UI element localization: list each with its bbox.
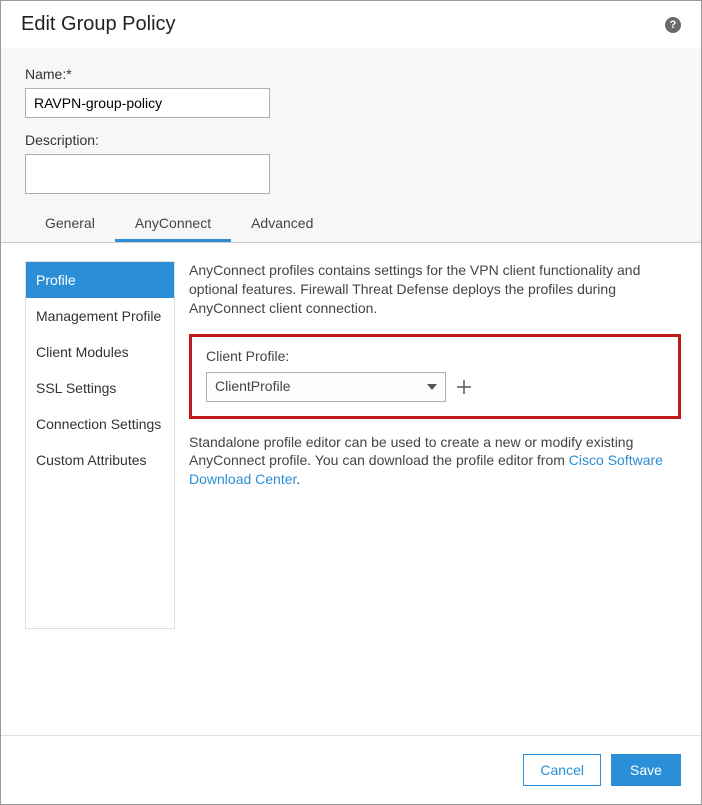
footnote-text-after: .	[296, 471, 300, 487]
side-nav: Profile Management Profile Client Module…	[25, 261, 175, 629]
footnote-text-before: Standalone profile editor can be used to…	[189, 434, 633, 469]
name-label: Name:*	[25, 66, 677, 82]
client-profile-select[interactable]: ClientProfile	[206, 372, 446, 402]
sidebar-item-ssl-settings[interactable]: SSL Settings	[26, 370, 174, 406]
profile-description: AnyConnect profiles contains settings fo…	[189, 261, 681, 318]
tab-bar: General AnyConnect Advanced	[1, 205, 701, 243]
sidebar-item-custom-attributes[interactable]: Custom Attributes	[26, 442, 174, 478]
sidebar-item-connection-settings[interactable]: Connection Settings	[26, 406, 174, 442]
tab-general[interactable]: General	[25, 205, 115, 242]
name-input[interactable]	[25, 88, 270, 118]
chevron-down-icon	[427, 384, 437, 390]
description-label: Description:	[25, 132, 677, 148]
client-profile-label: Client Profile:	[206, 347, 664, 366]
plus-icon	[454, 377, 474, 397]
save-button[interactable]: Save	[611, 754, 681, 786]
description-input[interactable]	[25, 154, 270, 194]
tab-advanced[interactable]: Advanced	[231, 205, 333, 242]
sidebar-item-profile[interactable]: Profile	[26, 262, 174, 298]
sidebar-item-management-profile[interactable]: Management Profile	[26, 298, 174, 334]
page-title: Edit Group Policy	[21, 13, 176, 36]
cancel-button[interactable]: Cancel	[523, 754, 601, 786]
add-profile-button[interactable]	[454, 377, 474, 397]
help-icon[interactable]: ?	[665, 17, 681, 33]
tab-anyconnect[interactable]: AnyConnect	[115, 205, 231, 242]
highlight-box: Client Profile: ClientProfile	[189, 334, 681, 419]
client-profile-value: ClientProfile	[215, 377, 290, 396]
footnote: Standalone profile editor can be used to…	[189, 433, 681, 490]
sidebar-item-client-modules[interactable]: Client Modules	[26, 334, 174, 370]
